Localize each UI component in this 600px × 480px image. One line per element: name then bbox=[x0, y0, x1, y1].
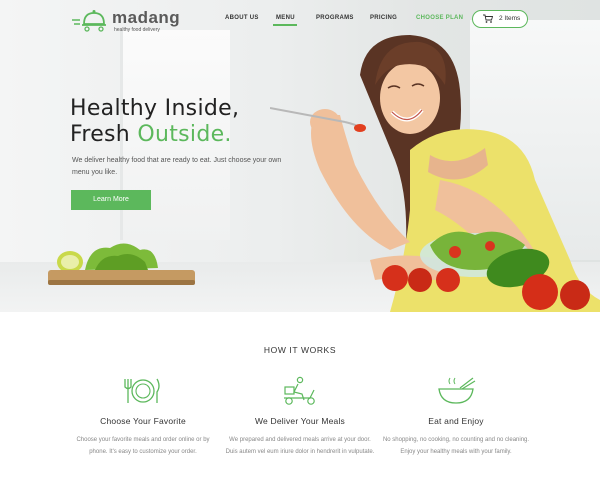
hero-title-line2: Fresh Outside. bbox=[70, 122, 232, 147]
hero-lead-text: We deliver healthy food that are ready t… bbox=[72, 157, 282, 176]
brand-name: madang bbox=[112, 8, 181, 27]
feature-we-deliver: We Deliver Your Meals We prepared and de… bbox=[225, 376, 375, 458]
hero-title-line1: Healthy Inside, bbox=[70, 96, 240, 121]
cart-button[interactable]: 2 Items bbox=[472, 10, 528, 28]
nav-active-indicator bbox=[273, 24, 297, 26]
woman-eating-salad-image bbox=[270, 35, 600, 312]
feature-title: Choose Your Favorite bbox=[100, 416, 186, 426]
nav-item-programs[interactable]: PROGRAMS bbox=[316, 15, 354, 21]
bowl-chopsticks-icon bbox=[438, 377, 476, 404]
delivery-cloche-icon bbox=[72, 10, 106, 32]
nav-item-pricing[interactable]: PRICING bbox=[370, 15, 397, 21]
cart-count-label: 2 Items bbox=[499, 15, 521, 22]
feature-eat-enjoy: Eat and Enjoy No shopping, no cooking, n… bbox=[381, 376, 531, 458]
nav-item-about-us[interactable]: ABOUT US bbox=[225, 15, 259, 21]
feature-description: No shopping, no cooking, no counting and… bbox=[382, 437, 530, 455]
feature-title: We Deliver Your Meals bbox=[254, 416, 346, 426]
how-it-works-title: HOW IT WORKS bbox=[263, 345, 337, 355]
brand-tagline: healthy food delivery bbox=[114, 27, 160, 33]
feature-description: We prepared and delivered meals arrive a… bbox=[225, 437, 375, 455]
cutting-board-image bbox=[48, 243, 195, 285]
plate-cutlery-icon bbox=[124, 378, 160, 403]
feature-title: Eat and Enjoy bbox=[428, 416, 484, 426]
cart-icon bbox=[483, 14, 493, 23]
hero-title-accent: Outside. bbox=[137, 122, 232, 147]
hero-section: madang healthy food delivery ABOUT US ME… bbox=[0, 0, 600, 312]
nav-item-menu[interactable]: MENU bbox=[276, 15, 295, 21]
feature-choose-favorite: Choose Your Favorite Choose your favorit… bbox=[68, 376, 218, 458]
learn-more-button[interactable]: Learn More bbox=[71, 190, 151, 210]
feature-description: Choose your favorite meals and order onl… bbox=[76, 437, 210, 455]
nav-item-choose-plan[interactable]: CHOOSE PLAN bbox=[416, 15, 463, 21]
hero-title-prefix: Fresh bbox=[70, 122, 138, 147]
delivery-scooter-icon bbox=[284, 376, 315, 405]
brand-logo[interactable]: madang healthy food delivery bbox=[72, 8, 180, 33]
